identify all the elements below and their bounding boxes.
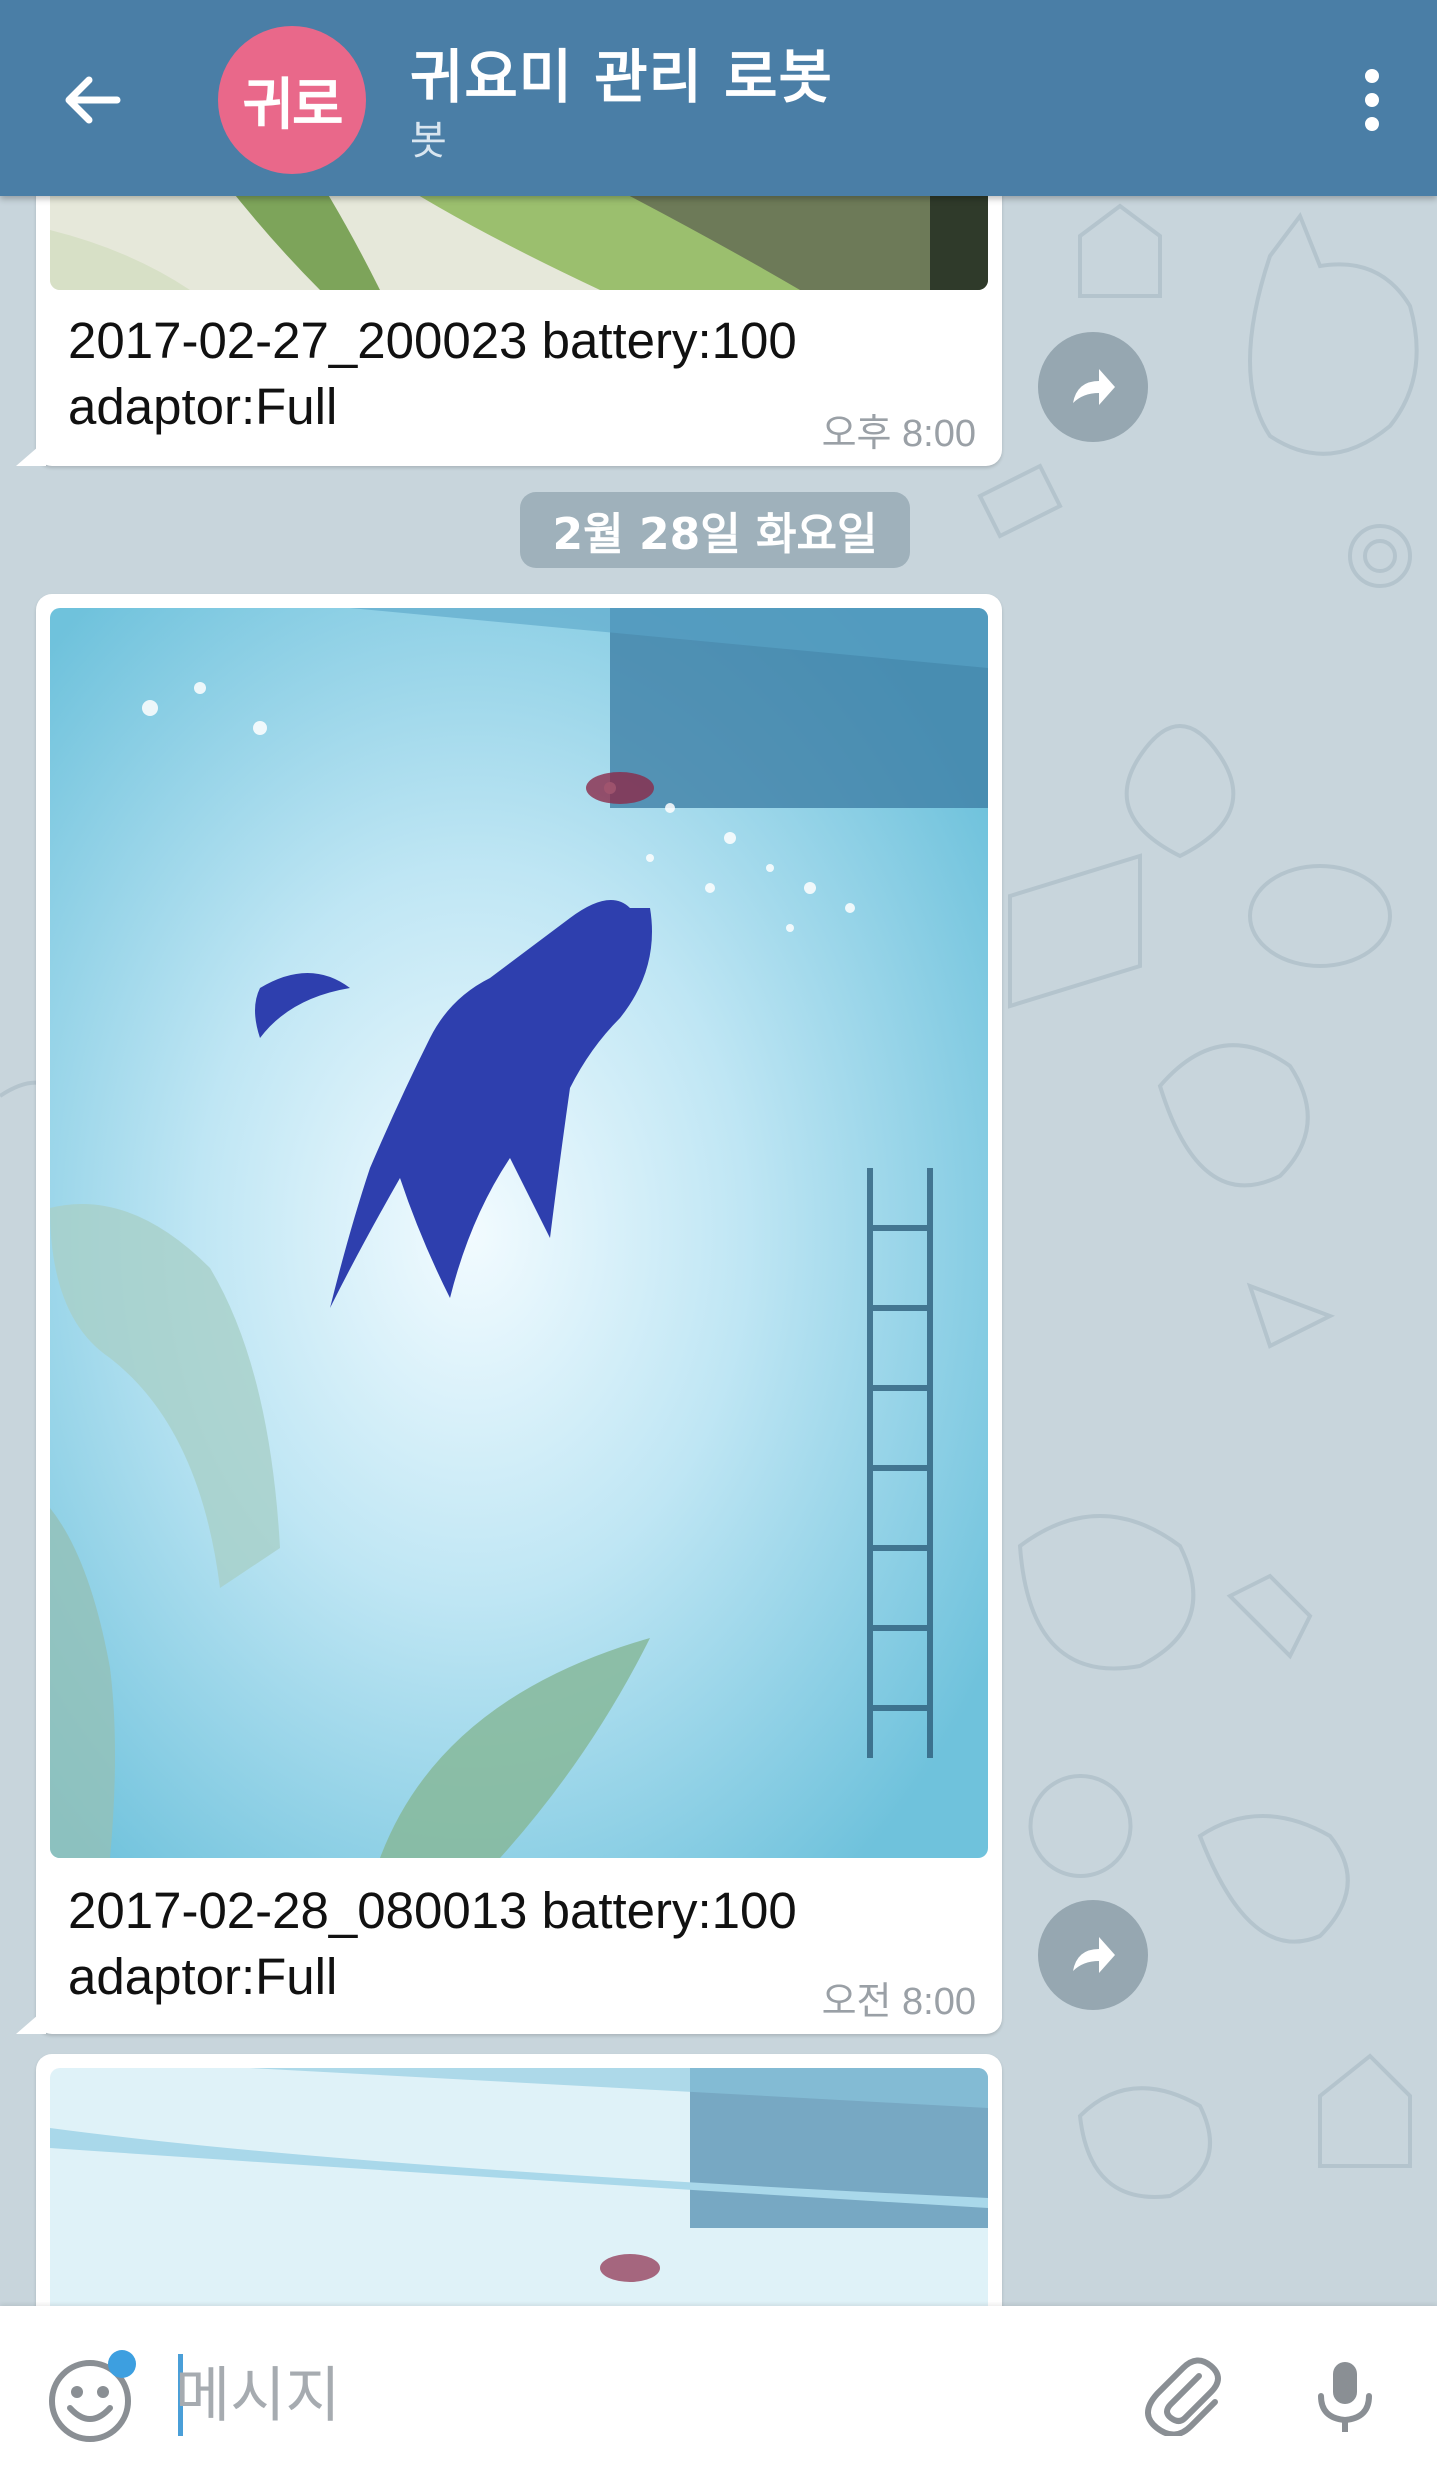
more-vertical-icon — [1365, 69, 1379, 131]
message-time: 오전 8:00 — [821, 1981, 976, 2023]
caption-line: adaptor:Full — [68, 378, 338, 435]
paperclip-icon — [1145, 2357, 1221, 2436]
message-photo[interactable] — [50, 608, 988, 1858]
photo-message[interactable]: 2017-02-27_200023 battery:100 adaptor:Fu… — [16, 150, 1002, 466]
forward-arrow-icon — [1073, 1937, 1115, 1973]
arrow-left-icon — [65, 76, 121, 124]
microphone-button[interactable] — [1290, 2341, 1400, 2451]
caption-line: adaptor:Full — [68, 1948, 338, 2005]
message-input-bar — [0, 2306, 1437, 2477]
emoji-button[interactable] — [40, 2346, 140, 2446]
caption-line: 2017-02-27_200023 battery:100 — [68, 312, 797, 369]
chat-title[interactable]: 귀요미 관리 로봇 — [410, 30, 833, 114]
more-menu-button[interactable] — [1327, 55, 1417, 145]
caption-line: 2017-02-28_080013 battery:100 — [68, 1882, 797, 1939]
message-caption: 2017-02-28_080013 battery:100 adaptor:Fu… — [68, 1878, 797, 2010]
microphone-icon — [1318, 2362, 1372, 2432]
message-caption: 2017-02-27_200023 battery:100 adaptor:Fu… — [68, 308, 797, 440]
notification-dot — [108, 2350, 136, 2378]
betta-fish-photo-image — [50, 608, 988, 1858]
attach-button[interactable] — [1130, 2341, 1240, 2451]
date-separator: 2월 28일 화요일 — [520, 492, 910, 568]
smiley-icon — [49, 2350, 136, 2442]
message-time: 오후 8:00 — [821, 413, 976, 455]
photo-message[interactable]: 2017-02-28_080013 battery:100 adaptor:Fu… — [16, 594, 1002, 2034]
chat-header: 귀로 귀요미 관리 로봇 봇 — [0, 0, 1437, 196]
back-button[interactable] — [48, 55, 138, 145]
forward-button[interactable] — [1038, 332, 1148, 442]
avatar[interactable]: 귀로 — [218, 26, 366, 174]
forward-button[interactable] — [1038, 1900, 1148, 2010]
chat-subtitle: 봇 — [410, 118, 447, 164]
forward-arrow-icon — [1073, 369, 1115, 405]
message-input[interactable] — [175, 2351, 1075, 2441]
